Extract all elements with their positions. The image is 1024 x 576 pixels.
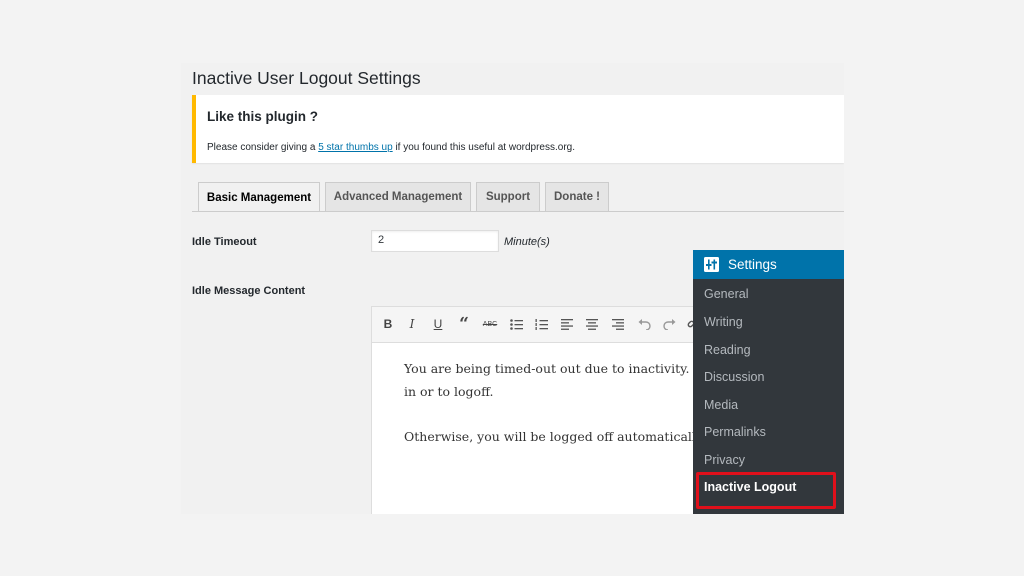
align-left-icon[interactable] (558, 315, 576, 333)
notice-title: Like this plugin ? (207, 109, 318, 124)
menu-item-reading[interactable]: Reading (704, 343, 751, 357)
align-right-icon[interactable] (609, 315, 627, 333)
tab-support[interactable]: Support (476, 182, 540, 211)
idle-timeout-unit: Minute(s) (504, 236, 550, 248)
redo-icon[interactable] (660, 315, 678, 333)
menu-item-general[interactable]: General (704, 287, 748, 301)
notice-text-after: if you found this useful at wordpress.or… (392, 142, 575, 153)
idle-timeout-input[interactable]: 2 (371, 230, 499, 252)
bold-icon[interactable]: B (379, 315, 397, 333)
page-title: Inactive User Logout Settings (192, 68, 421, 88)
editor-line: You are being timed-out out due to inact… (404, 361, 690, 376)
menu-item-permalinks[interactable]: Permalinks (704, 425, 766, 439)
strikethrough-icon[interactable]: ABC (481, 315, 499, 333)
menu-item-discussion[interactable]: Discussion (704, 370, 764, 384)
screenshot-frame: Inactive User Logout Settings Like this … (181, 63, 844, 514)
numbered-list-icon[interactable] (532, 315, 550, 333)
menu-item-media[interactable]: Media (704, 398, 738, 412)
idle-message-label: Idle Message Content (192, 285, 306, 297)
tab-basic-management[interactable]: Basic Management (198, 182, 320, 212)
rating-link[interactable]: 5 star thumbs up (318, 142, 392, 153)
align-center-icon[interactable] (583, 315, 601, 333)
menu-item-writing[interactable]: Writing (704, 315, 743, 329)
plugin-notice: Like this plugin ? Please consider givin… (192, 95, 844, 163)
underline-icon[interactable]: U (429, 315, 447, 333)
blockquote-icon[interactable]: “ (455, 314, 473, 334)
settings-icon (704, 257, 719, 272)
tab-donate[interactable]: Donate ! (545, 182, 609, 211)
idle-timeout-label: Idle Timeout (192, 236, 257, 248)
highlight-box (696, 472, 836, 509)
bullet-list-icon[interactable] (507, 315, 525, 333)
settings-menu-header[interactable]: Settings (693, 250, 844, 279)
notice-text: Please consider giving a 5 star thumbs u… (207, 142, 575, 153)
undo-icon[interactable] (635, 315, 653, 333)
tab-advanced-management[interactable]: Advanced Management (325, 182, 471, 211)
menu-item-privacy[interactable]: Privacy (704, 453, 745, 467)
tabs-divider (192, 211, 844, 212)
notice-text-before: Please consider giving a (207, 142, 319, 153)
settings-menu-label: Settings (728, 257, 777, 272)
italic-icon[interactable]: I (403, 315, 421, 333)
editor-line: in or to logoff. (404, 384, 494, 399)
editor-line: Otherwise, you will be logged off automa… (404, 429, 696, 444)
